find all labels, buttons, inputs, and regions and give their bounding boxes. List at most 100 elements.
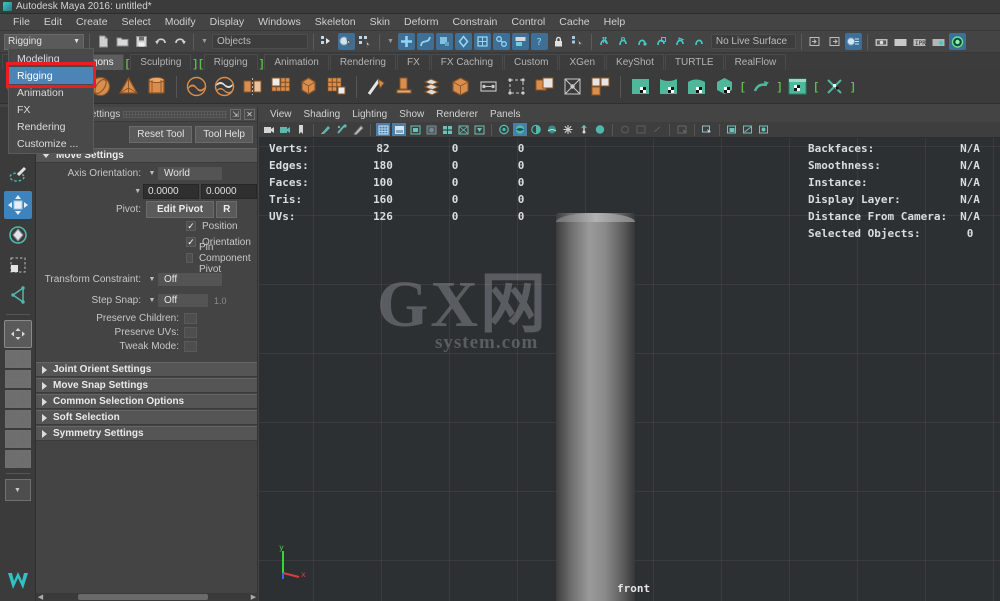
new-scene-icon[interactable] xyxy=(95,33,112,50)
resolution-gate-icon[interactable] xyxy=(675,123,689,136)
viewport-menu-shading[interactable]: Shading xyxy=(298,109,347,120)
exposure-icon[interactable] xyxy=(725,123,739,136)
shelf-tab-xgen[interactable]: XGen xyxy=(559,54,606,70)
viewport-menu-lighting[interactable]: Lighting xyxy=(346,109,393,120)
lock-icon[interactable] xyxy=(550,33,567,50)
axis-y-input[interactable] xyxy=(201,184,257,199)
bookmark-icon[interactable] xyxy=(294,123,308,136)
step-snap-caret-icon[interactable]: ▼ xyxy=(146,297,158,304)
image-plane-icon[interactable] xyxy=(319,123,333,136)
gate-mask-icon[interactable] xyxy=(700,123,714,136)
section-move-snap-settings[interactable]: Move Snap Settings xyxy=(36,378,257,393)
camera-attributes-icon[interactable] xyxy=(278,123,292,136)
mask-misc-icon[interactable]: ? xyxy=(530,33,548,50)
viewport-menu-renderer[interactable]: Renderer xyxy=(430,109,484,120)
quad-draw-icon[interactable] xyxy=(420,74,445,99)
mask-deformers-icon[interactable] xyxy=(454,33,472,50)
menu-constrain[interactable]: Constrain xyxy=(445,15,504,29)
uv-automatic-icon[interactable] xyxy=(712,74,737,99)
polygon-pyramid-icon[interactable] xyxy=(116,74,141,99)
axis-orientation-value[interactable]: World xyxy=(158,167,222,180)
dropdown-item-fx[interactable]: FX xyxy=(9,101,93,118)
shelf-tab-animation[interactable]: Animation xyxy=(264,54,329,70)
open-scene-icon[interactable] xyxy=(114,33,131,50)
ao-icon[interactable] xyxy=(545,123,559,136)
target-weld-icon[interactable] xyxy=(392,74,417,99)
uv-spherical-icon[interactable] xyxy=(684,74,709,99)
dropdown-item-rendering[interactable]: Rendering xyxy=(9,118,93,135)
uv-planar-icon[interactable] xyxy=(628,74,653,99)
shelf-tab-rigging[interactable]: Rigging xyxy=(203,54,258,70)
live-surface-field[interactable]: No Live Surface xyxy=(710,34,796,49)
shelf-tab-custom[interactable]: Custom xyxy=(504,54,559,70)
axis-x-input[interactable] xyxy=(143,184,199,199)
render-settings-icon[interactable]: IPR xyxy=(911,33,928,50)
transform-constraint-value[interactable]: Off xyxy=(158,273,222,286)
last-tool-icon[interactable] xyxy=(4,281,32,309)
edit-pivot-button[interactable]: Edit Pivot xyxy=(146,201,215,218)
snap-view-plane-icon[interactable] xyxy=(673,33,690,50)
booleans-icon[interactable] xyxy=(448,74,473,99)
snap-projected-icon[interactable] xyxy=(654,33,671,50)
uv-unfold-icon[interactable] xyxy=(749,74,774,99)
menu-windows[interactable]: Windows xyxy=(251,15,308,29)
reset-pivot-button[interactable]: R xyxy=(216,201,238,218)
tool-help-button[interactable]: Tool Help xyxy=(195,126,253,143)
tweak-mode-checkbox[interactable] xyxy=(184,341,197,352)
selection-mask-field[interactable]: Objects xyxy=(211,34,308,49)
two-d-pan-zoom-icon[interactable] xyxy=(335,123,349,136)
tool-settings-hscrollbar[interactable]: ◀ ▶ xyxy=(36,593,258,601)
uv-cut-icon[interactable] xyxy=(822,74,847,99)
menu-display[interactable]: Display xyxy=(203,15,251,29)
menu-skin[interactable]: Skin xyxy=(363,15,397,29)
flat-shade-icon[interactable] xyxy=(424,123,438,136)
menu-control[interactable]: Control xyxy=(504,15,552,29)
two-pane-side-layout[interactable] xyxy=(4,350,31,368)
gamma-icon[interactable] xyxy=(741,123,755,136)
section-soft-selection[interactable]: Soft Selection xyxy=(36,410,257,425)
four-pane-layout[interactable] xyxy=(4,410,31,428)
motion-blur-icon[interactable] xyxy=(561,123,575,136)
orientation-checkbox[interactable]: ✓ xyxy=(186,237,196,247)
scroll-right-icon[interactable]: ▶ xyxy=(249,593,258,601)
smooth-shade-icon[interactable] xyxy=(392,123,406,136)
ipr-render-icon[interactable] xyxy=(892,33,909,50)
shaded-textured-icon[interactable] xyxy=(408,123,422,136)
viewport-menu-panels[interactable]: Panels xyxy=(484,109,527,120)
menu-create[interactable]: Create xyxy=(69,15,115,29)
viewport-3d[interactable]: GX网 system.com Verts: 82 0 0 Edges: 180 … xyxy=(259,138,1000,601)
section-symmetry-settings[interactable]: Symmetry Settings xyxy=(36,426,257,441)
select-component-icon[interactable] xyxy=(357,33,374,50)
depth-peel-icon[interactable] xyxy=(593,123,607,136)
default-light-icon[interactable] xyxy=(497,123,511,136)
pin-component-pivot-checkbox[interactable] xyxy=(186,253,193,263)
poly-split-icon[interactable] xyxy=(588,74,613,99)
open-tool-settings-icon[interactable] xyxy=(826,33,843,50)
mask-surfaces-icon[interactable] xyxy=(435,33,453,50)
all-lights-icon[interactable] xyxy=(513,123,527,136)
undock-icon[interactable]: ⇲ xyxy=(230,108,241,120)
film-gate-icon[interactable] xyxy=(650,123,664,136)
move-tool-icon[interactable] xyxy=(3,191,32,219)
dropdown-item-customize[interactable]: Customize ... xyxy=(9,135,93,152)
reset-tool-button[interactable]: Reset Tool xyxy=(129,126,193,143)
viewport-menu-view[interactable]: View xyxy=(264,109,298,120)
x-ray-icon[interactable] xyxy=(456,123,470,136)
shelf-tab-rendering[interactable]: Rendering xyxy=(329,54,396,70)
offset-edge-loop-icon[interactable] xyxy=(560,74,585,99)
menu-select[interactable]: Select xyxy=(115,15,158,29)
mask-dynamics-icon[interactable] xyxy=(492,33,510,50)
bridge-icon[interactable] xyxy=(476,74,501,99)
dropdown-item-animation[interactable]: Animation xyxy=(9,84,93,101)
shelf-tab-fx-caching[interactable]: FX Caching xyxy=(430,54,504,70)
mask-rendering-icon[interactable] xyxy=(511,33,529,50)
preserve-children-checkbox[interactable] xyxy=(184,313,197,324)
axis-values-caret-icon[interactable]: ▼ xyxy=(133,188,143,195)
shelf-tab-realflow[interactable]: RealFlow xyxy=(724,54,787,70)
shelf-tab-fx[interactable]: FX xyxy=(396,54,430,70)
view-transform-icon[interactable] xyxy=(757,123,771,136)
uv-editor-icon[interactable] xyxy=(785,74,810,99)
polygon-pipe-icon[interactable] xyxy=(144,74,169,99)
lasso-select-tool-icon[interactable] xyxy=(4,161,32,189)
render-current-frame-icon[interactable] xyxy=(873,33,890,50)
